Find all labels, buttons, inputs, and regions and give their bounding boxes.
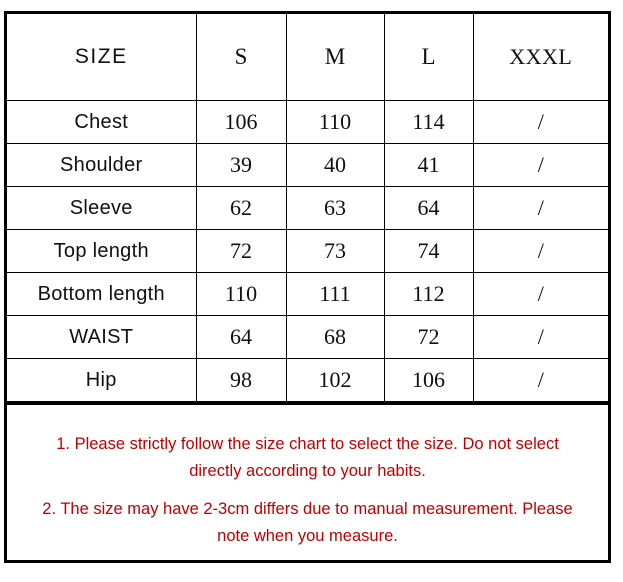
cell-bottom-length-xxxl: /: [472, 272, 608, 316]
cell-bottom-length-m: 111: [285, 272, 385, 316]
cell-bottom-length-l: 112: [383, 272, 474, 316]
cell-top-length-s: 72: [195, 229, 287, 273]
table-row: Sleeve 62 63 64 /: [7, 186, 608, 230]
row-label-chest: Chest: [7, 100, 197, 144]
cell-waist-s: 64: [195, 315, 287, 359]
table-row: WAIST 64 68 72 /: [7, 315, 608, 359]
cell-top-length-l: 74: [383, 229, 474, 273]
cell-sleeve-m: 63: [285, 186, 385, 230]
cell-waist-l: 72: [383, 315, 474, 359]
row-label-shoulder: Shoulder: [7, 143, 197, 187]
header-cell-size-xxxl: XXXL: [472, 14, 608, 101]
row-label-waist: WAIST: [7, 315, 197, 359]
note-line-1: 1. Please strictly follow the size chart…: [56, 435, 559, 480]
table-row: Hip 98 102 106 /: [7, 358, 608, 402]
cell-hip-l: 106: [383, 358, 474, 402]
cell-hip-xxxl: /: [472, 358, 608, 402]
header-cell-size-s: S: [195, 14, 287, 101]
cell-hip-m: 102: [285, 358, 385, 402]
cell-chest-s: 106: [195, 100, 287, 144]
cell-shoulder-xxxl: /: [472, 143, 608, 187]
cell-chest-m: 110: [285, 100, 385, 144]
table-row: Chest 106 110 114 /: [7, 100, 608, 144]
cell-hip-s: 98: [195, 358, 287, 402]
table-header-row: SIZE S M L XXXL: [7, 14, 608, 101]
cell-waist-m: 68: [285, 315, 385, 359]
table-row: Top length 72 73 74 /: [7, 229, 608, 273]
header-cell-size-m: M: [285, 14, 385, 101]
size-chart-notes: 1. Please strictly follow the size chart…: [7, 402, 608, 562]
cell-bottom-length-s: 110: [195, 272, 287, 316]
cell-waist-xxxl: /: [472, 315, 608, 359]
row-label-top-length: Top length: [7, 229, 197, 273]
size-chart: SIZE S M L XXXL Chest 106 110 114 / Shou…: [4, 11, 611, 563]
cell-chest-xxxl: /: [472, 100, 608, 144]
cell-sleeve-xxxl: /: [472, 186, 608, 230]
cell-shoulder-l: 41: [383, 143, 474, 187]
size-chart-table: SIZE S M L XXXL Chest 106 110 114 / Shou…: [7, 14, 608, 402]
table-row: Bottom length 110 111 112 /: [7, 272, 608, 316]
header-cell-size-l: L: [383, 14, 474, 101]
row-label-sleeve: Sleeve: [7, 186, 197, 230]
cell-chest-l: 114: [383, 100, 474, 144]
cell-top-length-m: 73: [285, 229, 385, 273]
header-cell-size-label: SIZE: [7, 14, 197, 101]
note-line-2: 2. The size may have 2-3cm differs due t…: [42, 500, 573, 546]
cell-shoulder-s: 39: [195, 143, 287, 187]
cell-sleeve-l: 64: [383, 186, 474, 230]
table-row: Shoulder 39 40 41 /: [7, 143, 608, 187]
cell-shoulder-m: 40: [285, 143, 385, 187]
cell-sleeve-s: 62: [195, 186, 287, 230]
row-label-bottom-length: Bottom length: [7, 272, 197, 316]
cell-top-length-xxxl: /: [472, 229, 608, 273]
row-label-hip: Hip: [7, 358, 197, 402]
